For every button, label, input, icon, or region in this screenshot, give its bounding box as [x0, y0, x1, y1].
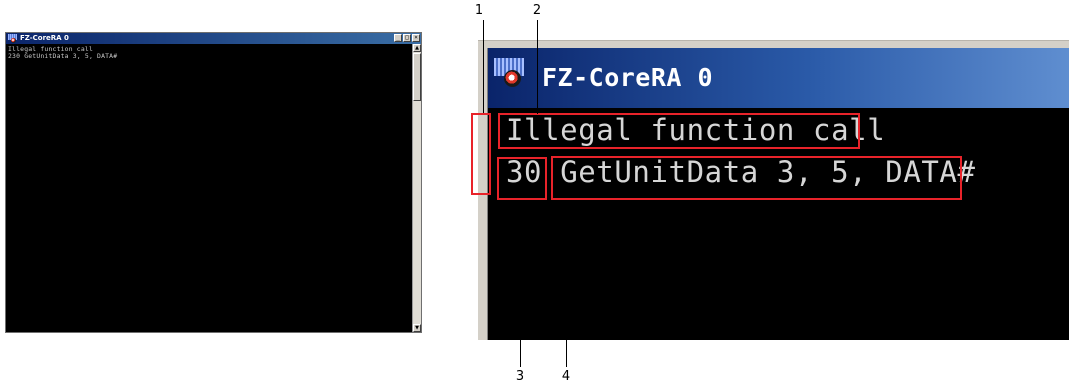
minimize-icon: _ [396, 34, 400, 41]
console-line-statement: 230 GetUnitData 3, 5, DATA# [8, 52, 118, 60]
callout-1: 1 [474, 3, 484, 18]
scroll-up-button[interactable]: ▲ [413, 44, 421, 52]
highlight-4 [551, 156, 962, 200]
zoomed-titlebar: FZ-CoreRA 0 [488, 48, 1069, 108]
app-icon [8, 34, 17, 43]
console-output[interactable]: Illegal function call 230 GetUnitData 3,… [8, 46, 411, 330]
callout-3: 3 [515, 369, 525, 384]
close-button[interactable]: × [412, 34, 420, 42]
leader-line-3 [520, 200, 521, 367]
highlight-3 [497, 157, 547, 200]
callout-2: 2 [532, 3, 542, 18]
vertical-scrollbar[interactable]: ▲ ▼ [412, 44, 421, 332]
scroll-up-icon: ▲ [415, 45, 419, 51]
leader-line-2 [537, 20, 538, 114]
minimize-button[interactable]: _ [394, 34, 402, 42]
highlight-1 [471, 113, 491, 195]
leader-line-1 [483, 20, 484, 113]
console-window: FZ-CoreRA 0 _ □ × Illegal function call … [5, 32, 422, 333]
scroll-down-icon: ▼ [415, 325, 419, 331]
maximize-icon: □ [405, 34, 409, 41]
leader-line-4 [566, 200, 567, 367]
window-title: FZ-CoreRA 0 [20, 34, 69, 42]
window-titlebar[interactable]: FZ-CoreRA 0 _ □ × [6, 33, 421, 44]
scrollbar-thumb[interactable] [413, 53, 421, 101]
maximize-button[interactable]: □ [403, 34, 411, 42]
app-icon [494, 58, 524, 88]
highlight-2 [498, 113, 860, 149]
zoomed-window-title: FZ-CoreRA 0 [542, 63, 714, 92]
callout-4: 4 [561, 369, 571, 384]
scroll-down-button[interactable]: ▼ [413, 324, 421, 332]
close-icon: × [414, 34, 418, 41]
